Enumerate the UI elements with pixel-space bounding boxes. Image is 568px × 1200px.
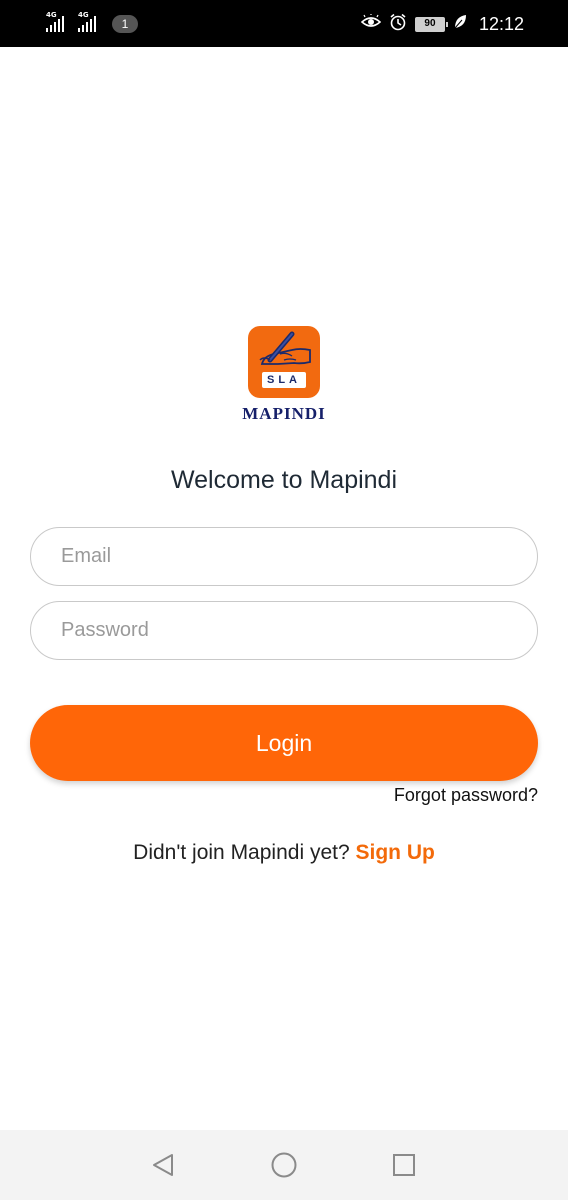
- status-bar: 4G 4G 1 90 12:12: [0, 0, 568, 47]
- home-icon[interactable]: [269, 1150, 299, 1180]
- battery-icon: 90: [414, 16, 448, 32]
- forgot-password-link[interactable]: Forgot password?: [394, 785, 538, 806]
- alarm-icon: [389, 13, 407, 36]
- password-field[interactable]: [30, 601, 538, 660]
- back-icon[interactable]: [148, 1150, 178, 1180]
- status-left: 4G 4G 1: [46, 11, 138, 36]
- signal-icon-2: 4G: [78, 11, 96, 32]
- login-button[interactable]: Login: [30, 705, 538, 781]
- page-title: Welcome to Mapindi: [170, 466, 398, 494]
- app-logo: SLA MAPINDI: [0, 326, 568, 424]
- network-type-2: 4G: [78, 11, 89, 19]
- system-nav-bar: [0, 1130, 568, 1200]
- signal-icon: 4G: [46, 11, 64, 32]
- signup-prompt: Didn't join Mapindi yet? Sign Up: [0, 841, 568, 865]
- signup-prompt-text: Didn't join Mapindi yet?: [133, 841, 350, 864]
- notification-count-badge: 1: [112, 15, 138, 33]
- leaf-icon: [453, 14, 467, 35]
- logo-badge: SLA: [248, 326, 320, 398]
- logo-badge-text: SLA: [262, 372, 306, 388]
- signup-link[interactable]: Sign Up: [355, 841, 434, 864]
- status-right: 90 12:12: [360, 12, 524, 36]
- recents-icon[interactable]: [389, 1150, 419, 1180]
- brand-name: MAPINDI: [242, 404, 326, 423]
- email-field[interactable]: [30, 527, 538, 586]
- clock: 12:12: [478, 13, 524, 34]
- network-type-1: 4G: [46, 11, 57, 19]
- eye-comfort-icon: [360, 12, 382, 35]
